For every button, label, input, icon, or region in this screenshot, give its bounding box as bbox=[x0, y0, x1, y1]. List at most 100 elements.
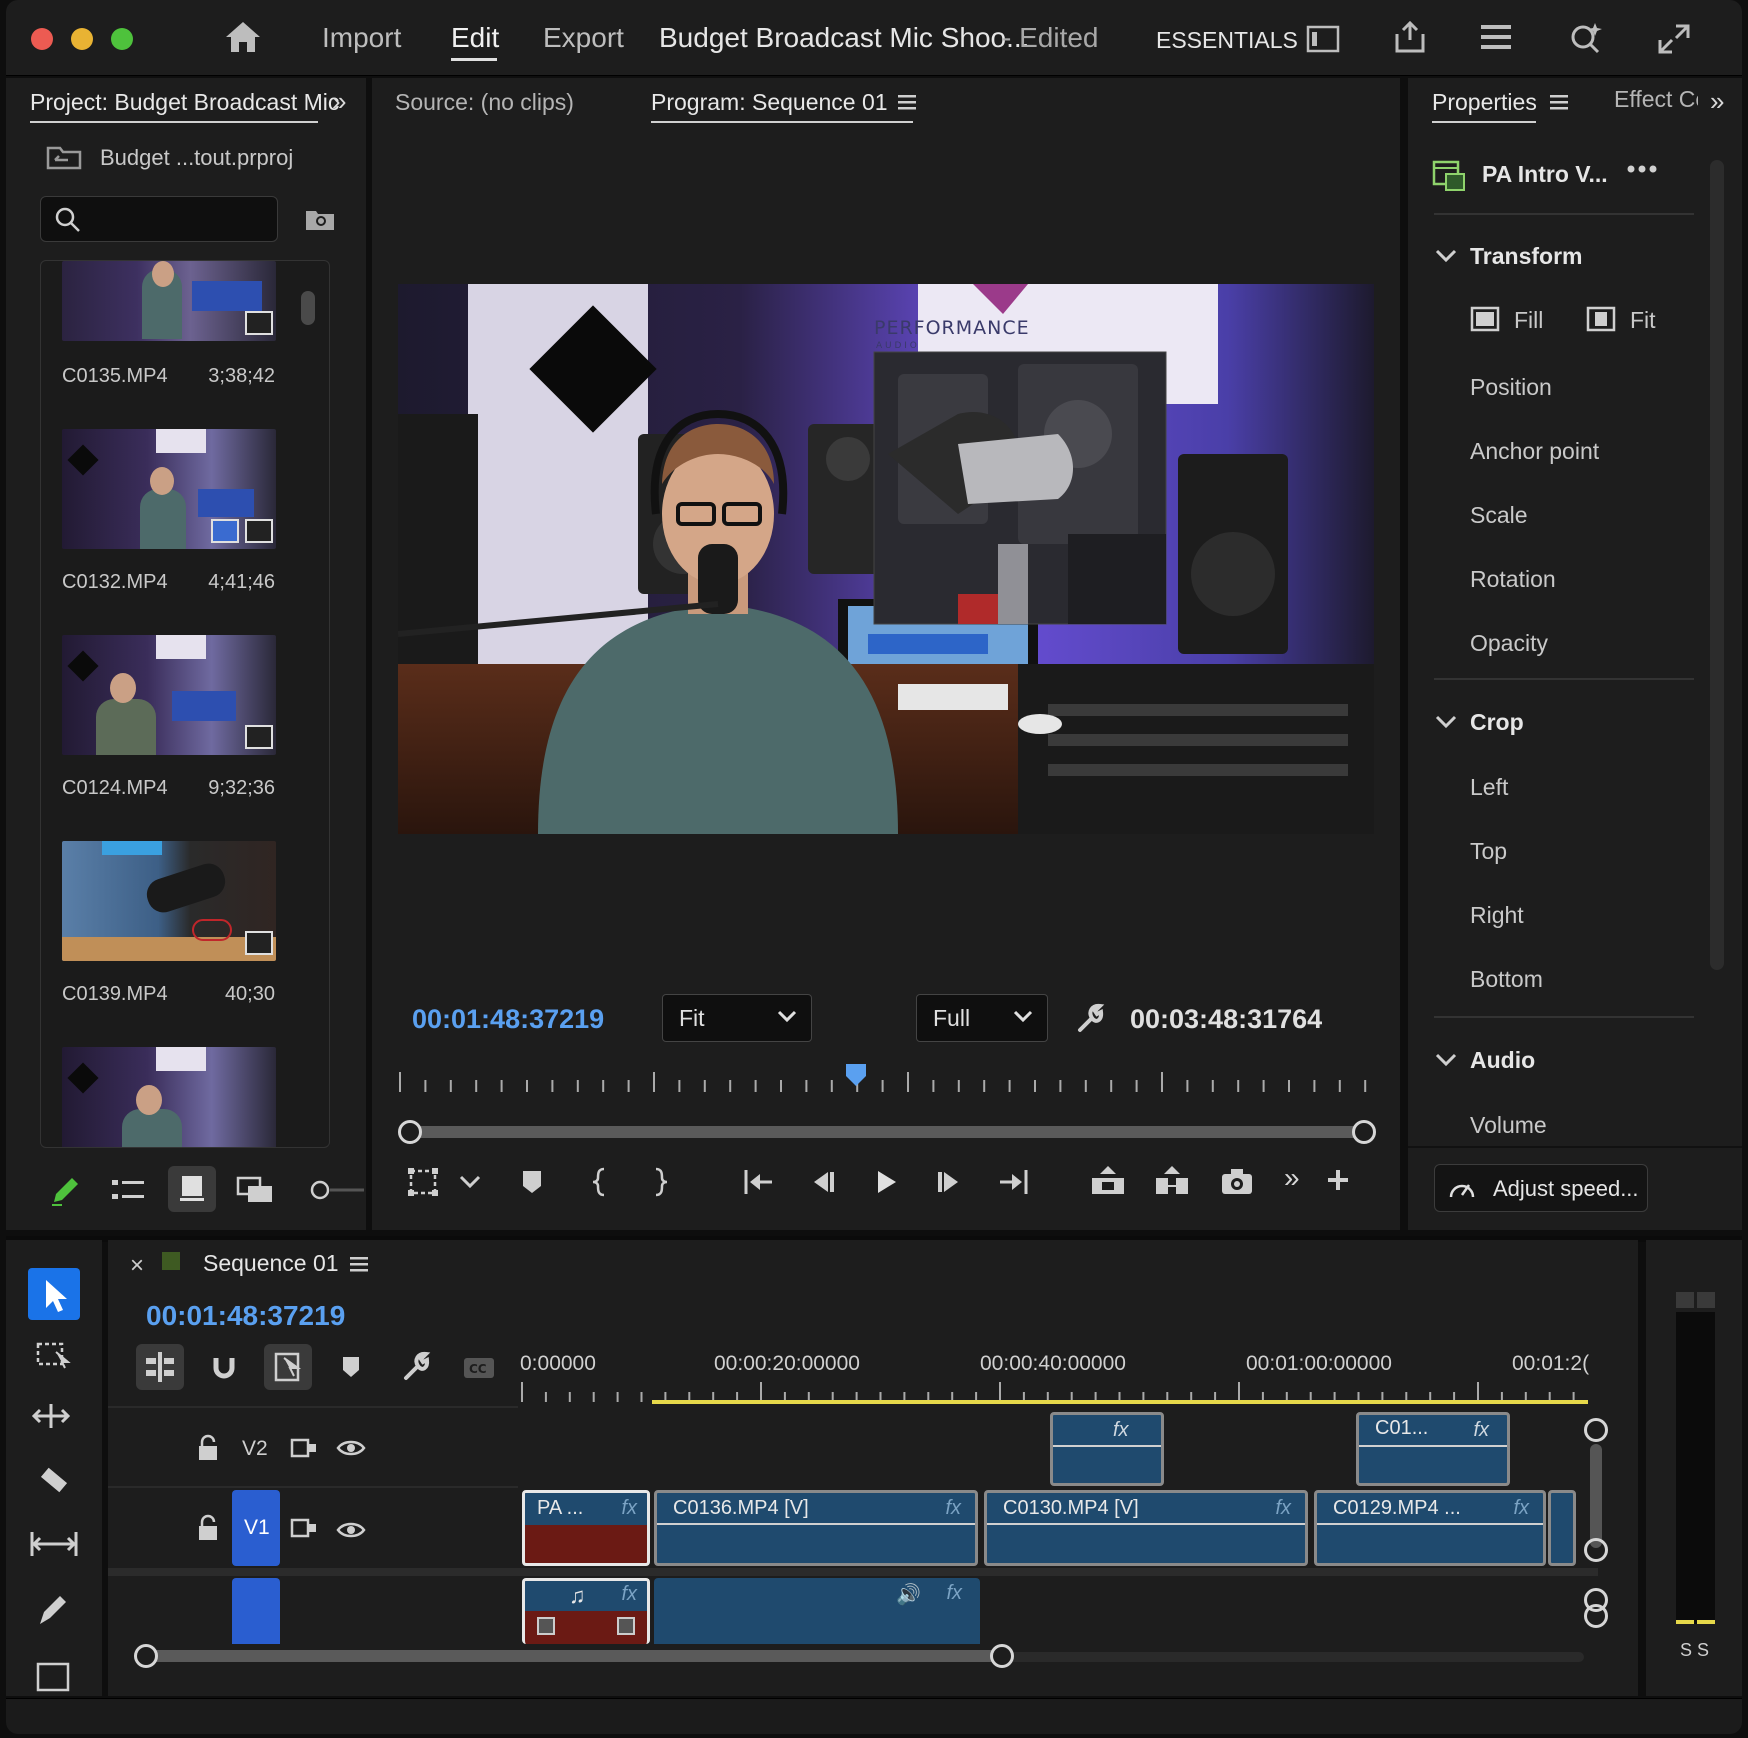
timeline-clip[interactable] bbox=[1548, 1490, 1576, 1566]
nest-toggle-button[interactable] bbox=[136, 1344, 184, 1390]
add-marker-icon[interactable] bbox=[340, 1354, 362, 1380]
source-tab[interactable]: Source: (no clips) bbox=[395, 89, 574, 116]
properties-tab[interactable]: Properties bbox=[1432, 89, 1537, 116]
nav-edit[interactable]: Edit bbox=[451, 22, 499, 54]
property-crop-right[interactable]: Right bbox=[1470, 902, 1524, 929]
eye-icon[interactable] bbox=[336, 1438, 366, 1458]
timeline-settings-wrench-icon[interactable] bbox=[400, 1350, 432, 1382]
track-scroll-handle[interactable] bbox=[1584, 1604, 1608, 1628]
project-folder-icon[interactable] bbox=[46, 144, 82, 170]
selection-tool-icon[interactable] bbox=[28, 1268, 80, 1320]
mark-in-icon[interactable] bbox=[590, 1166, 610, 1198]
lock-icon[interactable] bbox=[196, 1514, 220, 1542]
track-select-tool-icon[interactable] bbox=[28, 1330, 80, 1382]
program-video-frame[interactable]: PERFORMANCE A U D I O bbox=[398, 284, 1374, 834]
clip-thumbnail[interactable] bbox=[62, 635, 276, 755]
panel-overflow-chevron-icon[interactable]: » bbox=[332, 86, 346, 117]
sequence-tab[interactable]: Sequence 01 bbox=[203, 1250, 339, 1277]
close-window-button[interactable] bbox=[31, 28, 53, 50]
meter-solo-labels[interactable]: S S bbox=[1680, 1640, 1709, 1661]
play-icon[interactable] bbox=[872, 1166, 900, 1198]
extract-icon[interactable] bbox=[1152, 1164, 1192, 1198]
effect-controls-tab[interactable]: Effect Co bbox=[1614, 86, 1698, 112]
quick-search-icon[interactable] bbox=[1568, 20, 1604, 56]
track-scroll-handle[interactable] bbox=[1584, 1538, 1608, 1562]
timeline-clip[interactable]: C0130.MP4 [V] fx bbox=[984, 1490, 1308, 1566]
chevron-down-icon[interactable] bbox=[458, 1174, 482, 1190]
audio-section-title[interactable]: Audio bbox=[1470, 1047, 1535, 1074]
more-controls-chevron-icon[interactable]: » bbox=[1284, 1162, 1300, 1194]
program-zoom-scrollbar[interactable] bbox=[398, 1120, 1376, 1144]
work-area-bar[interactable] bbox=[652, 1400, 1588, 1404]
crop-chevron-icon[interactable] bbox=[1434, 714, 1458, 730]
property-volume[interactable]: Volume bbox=[1470, 1112, 1547, 1139]
clip-thumbnail[interactable] bbox=[62, 261, 276, 341]
lock-icon[interactable] bbox=[196, 1434, 220, 1462]
step-forward-icon[interactable] bbox=[934, 1166, 964, 1198]
timeline-current-timecode[interactable]: 00:01:48:37219 bbox=[146, 1300, 345, 1332]
property-anchor-point[interactable]: Anchor point bbox=[1470, 438, 1599, 465]
add-button-icon[interactable] bbox=[1326, 1168, 1350, 1192]
track-scroll-handle[interactable] bbox=[1584, 1418, 1608, 1442]
timeline-clip[interactable]: C01... fx bbox=[1356, 1412, 1510, 1486]
panel-overflow-chevron-icon[interactable]: » bbox=[1710, 86, 1724, 117]
transform-section-title[interactable]: Transform bbox=[1470, 243, 1582, 270]
fullscreen-icon[interactable] bbox=[1656, 22, 1692, 56]
property-position[interactable]: Position bbox=[1470, 374, 1552, 401]
program-playhead[interactable] bbox=[844, 1062, 868, 1090]
go-to-in-icon[interactable] bbox=[742, 1166, 776, 1198]
nav-import[interactable]: Import bbox=[322, 22, 401, 54]
property-scale[interactable]: Scale bbox=[1470, 502, 1528, 529]
fit-frame-icon[interactable] bbox=[1586, 304, 1616, 334]
pen-tool-icon[interactable] bbox=[28, 1584, 80, 1636]
program-tab[interactable]: Program: Sequence 01 bbox=[651, 89, 888, 116]
program-menu-icon[interactable] bbox=[896, 92, 918, 112]
workspaces-menu-icon[interactable] bbox=[1478, 22, 1514, 52]
clip-thumbnail[interactable] bbox=[62, 1047, 276, 1147]
transform-chevron-icon[interactable] bbox=[1434, 248, 1458, 264]
toggle-sync-lock-icon[interactable] bbox=[290, 1436, 318, 1460]
property-crop-left[interactable]: Left bbox=[1470, 774, 1508, 801]
program-time-ruler[interactable] bbox=[398, 1062, 1374, 1098]
more-options-ellipsis-icon[interactable] bbox=[1626, 164, 1658, 174]
new-item-pencil-icon[interactable] bbox=[48, 1174, 82, 1208]
fill-button[interactable]: Fill bbox=[1514, 307, 1543, 334]
nav-export[interactable]: Export bbox=[543, 22, 624, 54]
find-bin-icon[interactable] bbox=[304, 208, 336, 232]
snap-magnet-icon[interactable] bbox=[210, 1354, 238, 1382]
property-opacity[interactable]: Opacity bbox=[1470, 630, 1548, 657]
minimize-window-button[interactable] bbox=[71, 28, 93, 50]
sequence-menu-icon[interactable] bbox=[348, 1254, 370, 1274]
adjust-speed-button[interactable]: Adjust speed... bbox=[1434, 1164, 1648, 1212]
project-tab[interactable]: Project: Budget Broadcast Mic bbox=[30, 89, 339, 116]
go-to-out-icon[interactable] bbox=[996, 1166, 1030, 1198]
wrench-icon[interactable] bbox=[1074, 1002, 1106, 1034]
timeline-audio-clip[interactable]: ♫ fx bbox=[522, 1578, 650, 1644]
timeline-clip[interactable]: C0129.MP4 ... fx bbox=[1314, 1490, 1546, 1566]
keyframe-handle[interactable] bbox=[537, 1617, 555, 1635]
timeline-clip[interactable]: C0136.MP4 [V] fx bbox=[654, 1490, 978, 1566]
meter-peak-indicator[interactable] bbox=[1676, 1292, 1694, 1308]
mark-out-icon[interactable] bbox=[650, 1166, 670, 1198]
audio-chevron-icon[interactable] bbox=[1434, 1052, 1458, 1068]
razor-tool-icon[interactable] bbox=[28, 1456, 80, 1508]
zoom-slider[interactable] bbox=[308, 1178, 364, 1202]
captions-icon[interactable]: CC bbox=[462, 1356, 496, 1380]
list-view-icon[interactable] bbox=[110, 1176, 146, 1204]
lift-icon[interactable] bbox=[1088, 1164, 1128, 1198]
toggle-sync-lock-icon[interactable] bbox=[290, 1516, 318, 1540]
crop-section-title[interactable]: Crop bbox=[1470, 709, 1524, 736]
fill-frame-icon[interactable] bbox=[1470, 304, 1500, 334]
meter-peak-indicator[interactable] bbox=[1697, 1292, 1715, 1308]
zoom-dropdown[interactable]: Fit bbox=[662, 994, 812, 1042]
workspace-panel-icon[interactable] bbox=[1306, 24, 1340, 54]
add-marker-icon[interactable] bbox=[520, 1168, 544, 1196]
freeform-view-icon[interactable] bbox=[236, 1174, 276, 1204]
resolution-dropdown[interactable]: Full bbox=[916, 994, 1048, 1042]
slip-tool-icon[interactable] bbox=[28, 1520, 80, 1572]
close-sequence-icon[interactable]: × bbox=[130, 1252, 144, 1280]
keyframe-handle[interactable] bbox=[617, 1617, 635, 1635]
export-frame-camera-icon[interactable] bbox=[1220, 1166, 1254, 1196]
clip-thumbnail[interactable] bbox=[62, 841, 276, 961]
clip-thumbnail[interactable] bbox=[62, 429, 276, 549]
